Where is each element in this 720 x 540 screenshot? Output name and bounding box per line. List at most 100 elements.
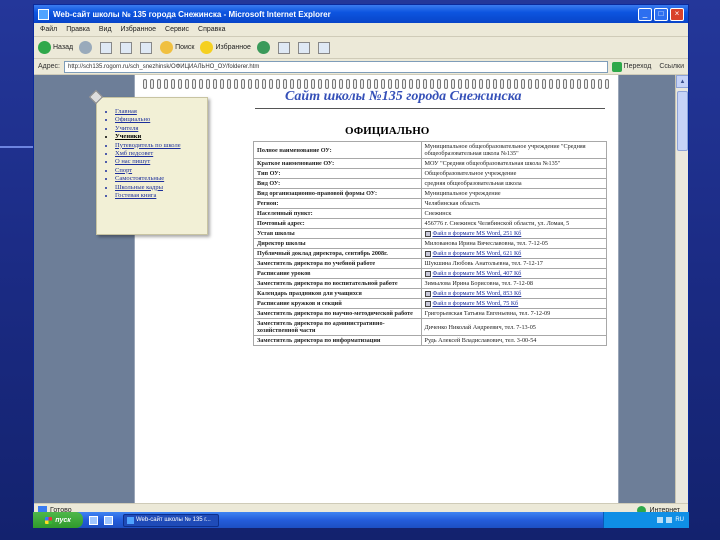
- media-button[interactable]: [256, 41, 272, 54]
- forward-button[interactable]: [79, 41, 94, 54]
- back-button[interactable]: Назад: [38, 41, 73, 54]
- tray-network-icon[interactable]: [657, 517, 664, 523]
- nav-item[interactable]: Учителя: [115, 125, 201, 133]
- row-value: Рудь Алексей Владиславович, тел. 3-00-54: [420, 335, 608, 346]
- table-row: Заместитель директора по учебной работе Ш…: [253, 258, 608, 269]
- nav-item[interactable]: Ученики: [115, 133, 201, 141]
- system-tray: RU: [603, 512, 689, 528]
- row-label: Заместитель директора по учебной работе: [253, 258, 422, 269]
- taskbar-item-label: Web-сайт школы № 135 г...: [136, 517, 211, 523]
- table-row: Календарь праздников для учащихся Файл в …: [253, 288, 608, 299]
- edit-button[interactable]: [317, 41, 332, 54]
- row-label: Полное наименование ОУ:: [253, 141, 422, 159]
- row-label: Расписание кружков и секций: [253, 298, 422, 309]
- minimize-button[interactable]: _: [638, 7, 652, 21]
- scroll-up-icon[interactable]: ▲: [676, 75, 688, 88]
- file-link[interactable]: Файл в формате MS Word, 621 Кб: [433, 250, 522, 257]
- notebook-spiral: [143, 79, 613, 89]
- row-value: Милованова Ирина Вячеславовна, тел. 7-12…: [420, 238, 608, 249]
- row-value-file: Файл в формате MS Word, 251 Кб: [420, 228, 608, 239]
- table-row: Заместитель директора по информатизации Р…: [253, 335, 608, 346]
- quicklaunch-desktop-icon[interactable]: [104, 515, 113, 525]
- favorites-button[interactable]: Избранное: [200, 41, 251, 54]
- close-button[interactable]: ×: [670, 7, 684, 21]
- nav-item[interactable]: Спорт: [115, 167, 201, 175]
- address-input[interactable]: http://sch135.rogorn.ru/sch_snezhinsk/ОФ…: [63, 60, 608, 73]
- menu-file[interactable]: Файл: [40, 26, 57, 33]
- start-label: пуск: [55, 516, 71, 524]
- nav-item[interactable]: Хмб педсовет: [115, 150, 201, 158]
- menu-edit[interactable]: Правка: [66, 26, 90, 33]
- nav-item[interactable]: Официально: [115, 116, 201, 124]
- file-link[interactable]: Файл в формате MS Word, 853 Кб: [433, 290, 522, 297]
- quicklaunch-ie-icon[interactable]: [89, 515, 98, 525]
- row-label: Директор школы: [253, 238, 422, 249]
- word-doc-icon: [424, 270, 431, 277]
- row-value-file: Файл в формате MS Word, 853 Кб: [420, 288, 608, 299]
- nav-item[interactable]: Самостоятельные: [115, 175, 201, 183]
- nav-item[interactable]: Школьные кадры: [115, 184, 201, 192]
- menu-bar: Файл Правка Вид Избранное Сервис Справка: [34, 23, 688, 37]
- nav-item[interactable]: Гостевая книга: [115, 192, 201, 200]
- row-value: средняя общеобразовательная школа: [420, 178, 608, 189]
- table-row: Заместитель директора по научно-методиче…: [253, 308, 608, 319]
- ie-icon: [38, 8, 49, 20]
- scroll-thumb[interactable]: [677, 91, 688, 151]
- row-label: Краткое наименование ОУ:: [253, 158, 422, 169]
- start-button[interactable]: пуск: [33, 512, 83, 528]
- row-label: Расписание уроков: [253, 268, 422, 279]
- table-row: Регион: Челябинская область: [253, 198, 608, 209]
- row-value: 456776 г. Снежинск Челябинской области, …: [420, 218, 608, 229]
- taskbar: пуск Web-сайт школы № 135 г... RU: [33, 512, 689, 528]
- file-link[interactable]: Файл в формате MS Word, 75 Кб: [433, 300, 519, 307]
- tray-language[interactable]: RU: [675, 517, 684, 523]
- go-button[interactable]: Переход: [611, 61, 651, 72]
- table-row: Директор школы Милованова Ирина Вячеславо…: [253, 238, 608, 249]
- row-label: Заместитель директора по информатизации: [253, 335, 422, 346]
- ie-icon: [127, 516, 134, 524]
- table-row: Заместитель директора по административно…: [253, 318, 608, 336]
- search-button[interactable]: Поиск: [160, 41, 194, 54]
- mail-button[interactable]: [277, 41, 292, 54]
- print-button[interactable]: [297, 41, 312, 54]
- table-row: Публичный доклад директора, сентябрь 200…: [253, 248, 608, 259]
- row-value: Шукшина Любовь Анатольевна, тел. 7-12-17: [420, 258, 608, 269]
- row-label: Устав школы: [253, 228, 422, 239]
- row-value-file: Файл в формате MS Word, 407 Кб: [420, 268, 608, 279]
- maximize-button[interactable]: □: [654, 7, 668, 21]
- links-button[interactable]: Ссылки: [659, 63, 684, 70]
- refresh-button[interactable]: [120, 41, 134, 54]
- menu-view[interactable]: Вид: [99, 26, 112, 33]
- forward-arrow-icon: [79, 41, 93, 54]
- vertical-scrollbar[interactable]: ▲: [675, 75, 688, 503]
- table-row: Населенный пункт: Снежинск: [253, 208, 608, 219]
- row-label: Вид ОУ:: [253, 178, 422, 189]
- nav-item[interactable]: Путеводитель по школе: [115, 142, 201, 150]
- window-title: Web-сайт школы № 135 города Снежинска - …: [53, 9, 331, 19]
- nav-list: ГлавнаяОфициальноУчителяУченикиПутеводит…: [105, 108, 201, 200]
- nav-item[interactable]: Главная: [115, 108, 201, 116]
- menu-help[interactable]: Справка: [198, 26, 225, 33]
- taskbar-item-ie[interactable]: Web-сайт школы № 135 г...: [123, 513, 219, 527]
- menu-favorites[interactable]: Избранное: [121, 26, 156, 33]
- file-link[interactable]: Файл в формате MS Word, 251 Кб: [433, 230, 522, 237]
- tray-volume-icon[interactable]: [666, 517, 673, 523]
- search-icon: [160, 41, 174, 54]
- row-value: Григорьевская Татьяна Евгеньевна, тел. 7…: [420, 308, 608, 319]
- home-button[interactable]: [140, 41, 154, 54]
- word-doc-icon: [424, 250, 431, 257]
- row-label: Вид организационно-правовой формы ОУ:: [253, 188, 422, 199]
- nav-item[interactable]: О нас пишут: [115, 158, 201, 166]
- table-row: Расписание уроков Файл в формате MS Word,…: [253, 268, 608, 279]
- menu-tools[interactable]: Сервис: [165, 26, 189, 33]
- go-arrow-icon: [611, 61, 622, 72]
- stop-button[interactable]: [100, 41, 114, 54]
- row-label: Регион:: [253, 198, 422, 209]
- pin-icon: [88, 89, 104, 105]
- home-icon: [140, 41, 153, 54]
- word-doc-icon: [424, 300, 431, 307]
- file-link[interactable]: Файл в формате MS Word, 407 Кб: [433, 270, 522, 277]
- browser-window: Web-сайт школы № 135 города Снежинска - …: [33, 4, 689, 526]
- back-arrow-icon: [38, 41, 51, 54]
- address-bar: Адрес: http://sch135.rogorn.ru/sch_snezh…: [34, 59, 688, 75]
